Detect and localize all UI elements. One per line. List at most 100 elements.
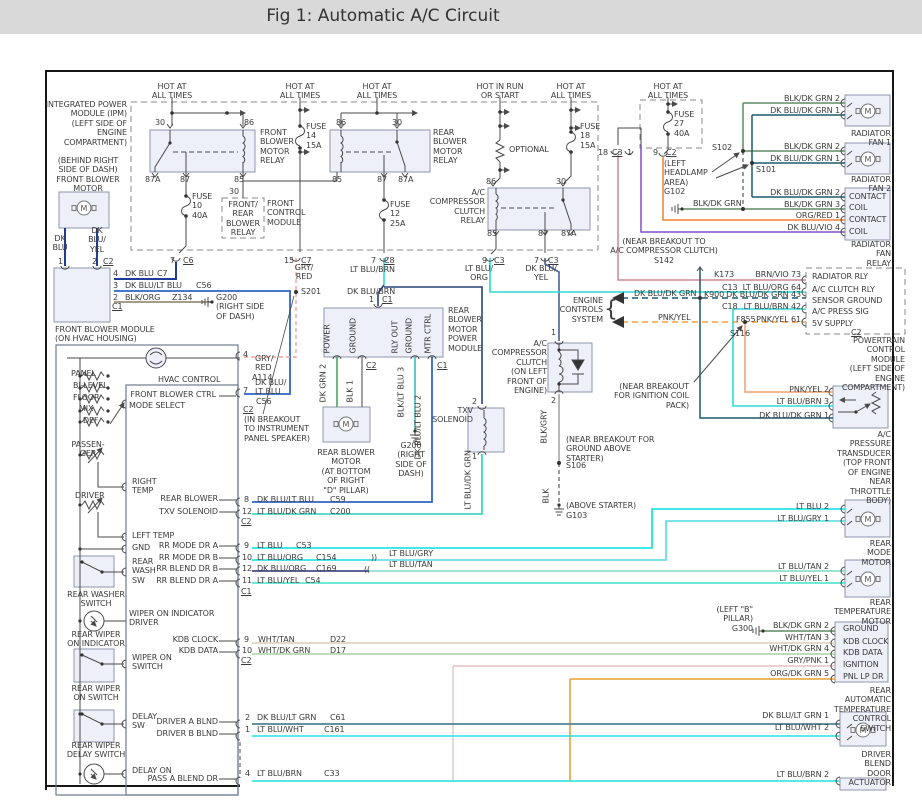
sw-driver: DRIVER [75,491,105,500]
pcm-name: POWERTRAIN CONTROL MODULE (LEFT SIDE OF … [842,336,905,393]
atc-row-2: KDB CLOCK [843,637,888,646]
sig-left-temp: LEFT TEMP [132,531,174,540]
conn-9-c2-pin: 9 [653,148,658,157]
hvac-r11-c54: C54 [305,576,320,585]
hvac-r2-c61: C61 [330,713,345,722]
fuse-27: FUSE 27 40A [674,110,694,138]
wire-dk-blu-yel: DK BLU/ YEL [88,226,106,254]
hvac-r9: LT BLU [257,541,283,550]
driver-blend-door-actuator: DRIVER BLEND DOOR ACTUATOR [849,750,891,788]
hvac-r4: LT BLU/BRN [257,769,302,778]
atc-wire-2: WHT/TAN 3 [785,633,829,642]
sig-wiper-on-switch: WIPER ON SWITCH [132,653,172,672]
ignition-coil-breakout: (NEAR BREAKOUT FOR IGNITION COIL PACK) [614,382,689,410]
relay2-box [330,130,430,172]
wire-blk-1: BLK 1 [346,380,355,402]
wire-lt-blu-org: LT BLU/ ORG [465,264,493,283]
s106-label: (NEAR BREAKOUT FOR GROUND ABOVE STARTER) [566,435,654,463]
rear-wiper-on-indicator: REAR WIPER ON INDICATOR [67,630,125,649]
relay2-pin-87: 87 [377,175,387,184]
sig-delay-sw: DELAY SW [132,712,157,731]
ecs-wire-1: DK BLU/DK GRN [634,289,696,298]
rail-3: HOT AT ALL TIMES [357,82,397,101]
fan2-wire-2: DK BLU/DK GRN 1 [770,154,840,163]
hvac-r9-pin: 9 [244,541,249,550]
hvac-r12b: DK BLU/ORG [257,564,306,573]
pcm-row-1: RADIATOR RLY [812,272,868,281]
wire-blk-lt-blu-3: BLK/LT BLU 3 [397,367,406,418]
splice-rr2: (( [364,565,370,574]
fan1-wire-2: DK BLU/DK GRN 1 [770,106,840,115]
hvac-r8-pin: 8 [244,495,249,504]
hvac-r4-pin: 4 [245,769,250,778]
wire-dk-blu: DK BLU [52,234,67,253]
clutch-pin-1: 1 [551,328,556,337]
ground-g103: G103 [566,511,587,520]
sig-gnd: GND [132,543,150,552]
front-control-module: FRONT CONTROL MODULE [267,199,305,227]
radiator-fan-relay: RADIATOR FAN RELAY [851,240,891,268]
conn-9-c2: C2 [666,148,676,157]
pcm-w3-id: K900 [704,290,724,299]
relay2-pin-30: 30 [392,118,402,127]
rmm-wire-1: LT BLU 2 [796,502,829,511]
rfr-wire-2: BLK/DK GRN 3 [784,200,840,209]
hvac-r1-pin: 1 [245,725,250,734]
atc-row-4: IGNITION [843,660,879,669]
wire-lt-blu-gry: LT BLU/GRY [389,549,433,558]
ground-g300: (LEFT "B" PILLAR) G300 [717,605,753,633]
sig-kdb-clock: KDB CLOCK [173,635,218,644]
wire-dk-grn-2: DK GRN 2 [319,364,328,403]
fuse-10: FUSE 10 40A [192,192,212,220]
fbmod-w2: BLK/ORG [125,293,160,302]
hvac-r8: DK BLU/LT BLU [257,495,314,504]
atc-row-5: PNL LP DR [843,672,883,681]
fbm-conn-c2: C2 [103,257,113,266]
fan2-wire-1: BLK/DK GRN 2 [784,142,840,151]
rbpm-conn-c1: C1 [382,295,392,304]
ac-clutch-name: A/C COMPRESSOR CLUTCH (ON LEFT FRONT OF … [492,339,547,396]
fbmod-pin-3: 3 [113,281,118,290]
dbda-wire-1: DK BLU/LT GRN 1 [762,711,829,720]
fuse-14: FUSE 14 15A [306,122,326,150]
fbmod-w4-c7: C7 [157,269,167,278]
rail-1: HOT AT ALL TIMES [152,82,192,101]
pcm-w4: LT BLU/BRN 42 [744,302,801,311]
hvac-r9b-d22: D22 [330,635,346,644]
sig-txv-solenoid: TXV SOLENOID [159,507,218,516]
front-blower-motor-loc: (BEHIND RIGHT SIDE OF DASH) FRONT BLOWER… [56,156,119,194]
rfr-row-1: CONTACT [849,192,886,201]
ecs-brace: { [604,297,618,323]
rbpm-sig-rlyout: RLY OUT [391,321,400,354]
fcm-pin-30: 30 [229,187,239,196]
conn-9-c3: C3 [494,256,504,265]
pcm-w5-id: F855 [736,315,755,324]
rfr-row-4: COIL [849,227,867,236]
relay1-pin-85: 85 [234,175,244,184]
rfr-row-2: COIL [849,203,867,212]
sig-driver-b-blnd: DRIVER B BLND [156,729,218,738]
fan1-wire-1: BLK/DK GRN 2 [784,94,840,103]
sig-rr-mode-dr-a: RR MODE DR A [159,541,218,550]
hvac-conn-c2b: C2 [241,517,251,526]
hvac-r8-c59: C59 [330,495,345,504]
clutch-pin-2: 2 [551,396,556,405]
sw-panel: PANEL [71,369,96,378]
splice-s101: S101 [756,165,776,174]
rmm-wire-2: LT BLU/GRY 1 [778,514,829,523]
sw-bilevel: BI-LEVEL [73,381,107,390]
atc-row-3: KDB DATA [843,648,882,657]
rtm-wire-1: LT BLU/TAN 2 [778,562,829,571]
wire-gry-red-2: GRY/ RED [255,354,273,373]
rbpm-pin-1: 1 [369,295,374,304]
ground-g300-icon [753,626,765,636]
transducer-wire-1: PNK/YEL 2 [789,385,829,394]
relay2-name: REAR BLOWER MOTOR RELAY [433,128,467,166]
sig-rear-blower: REAR BLOWER [160,494,218,503]
hvac-control-name: HVAC CONTROL [158,375,220,384]
pcm-w3: DK BLU/DK GRN 43 [726,290,801,299]
rear-washer-switch: REAR WASHER SWITCH [67,590,125,609]
optional: OPTIONAL [509,145,549,154]
atc-wire-4: GRY/PNK 1 [787,656,829,665]
splice-s142: (NEAR BREAKOUT TO A/C COMPRESSOR CLUTCH)… [610,237,718,265]
